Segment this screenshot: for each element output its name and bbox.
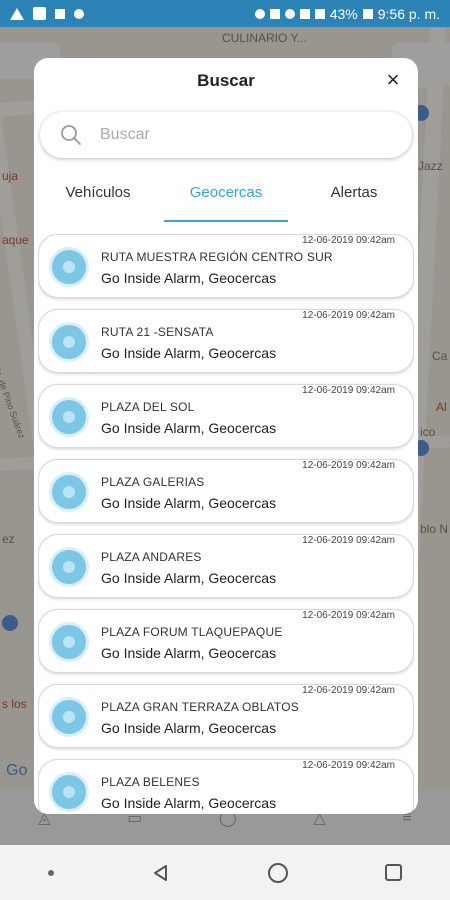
geofence-icon	[52, 775, 86, 809]
geofence-icon	[52, 700, 86, 734]
geofence-icon	[52, 625, 86, 659]
item-name: PLAZA BELENES	[101, 775, 200, 789]
geofence-icon	[52, 400, 86, 434]
home-icon[interactable]	[267, 862, 288, 883]
list-item[interactable]: 12-06-2019 09:42am PLAZA ANDARES Go Insi…	[38, 534, 414, 598]
item-name: PLAZA GRAN TERRAZA OBLATOS	[101, 700, 299, 714]
search-modal: Buscar × Vehículos Geocercas Alertas 12-…	[34, 58, 418, 814]
item-timestamp: 12-06-2019 09:42am	[302, 235, 395, 246]
wifi-icon	[284, 8, 295, 19]
list-item[interactable]: 12-06-2019 09:42am PLAZA DEL SOL Go Insi…	[38, 384, 414, 448]
list-item[interactable]: 12-06-2019 09:42am RUTA MUESTRA REGIÓN C…	[38, 234, 414, 298]
item-name: PLAZA ANDARES	[101, 550, 202, 564]
search-input[interactable]	[100, 126, 360, 144]
item-timestamp: 12-06-2019 09:42am	[302, 760, 395, 771]
recent-apps-icon[interactable]	[384, 864, 402, 881]
battery-icon	[362, 8, 373, 19]
item-subtitle: Go Inside Alarm, Geocercas	[101, 645, 277, 661]
item-timestamp: 12-06-2019 09:42am	[302, 310, 395, 321]
list-item[interactable]: 12-06-2019 09:42am PLAZA FORUM TLAQUEPAQ…	[38, 609, 414, 673]
tab-geocercas[interactable]: Geocercas	[162, 176, 290, 224]
clock: 9:56 p. m.	[377, 5, 440, 22]
item-timestamp: 12-06-2019 09:42am	[302, 535, 395, 546]
item-name: RUTA 21 -SENSATA	[101, 325, 214, 339]
geofence-icon	[52, 475, 86, 509]
signal-icon	[314, 8, 325, 19]
usb-icon	[55, 8, 65, 19]
item-timestamp: 12-06-2019 09:42am	[302, 685, 395, 696]
battery-percent: 43%	[329, 5, 358, 22]
search-icon	[61, 125, 81, 145]
list-item[interactable]: 12-06-2019 09:42am RUTA 21 -SENSATA Go I…	[38, 309, 414, 373]
item-name: RUTA MUESTRA REGIÓN CENTRO SUR	[101, 250, 333, 264]
item-subtitle: Go Inside Alarm, Geocercas	[101, 270, 277, 286]
image-icon	[33, 7, 46, 20]
item-timestamp: 12-06-2019 09:42am	[302, 460, 395, 471]
system-nav-bar	[0, 845, 450, 900]
vibrate-icon	[254, 8, 265, 19]
item-subtitle: Go Inside Alarm, Geocercas	[101, 345, 277, 361]
item-subtitle: Go Inside Alarm, Geocercas	[101, 420, 277, 436]
modal-title: Buscar	[197, 71, 255, 90]
tab-bar: Vehículos Geocercas Alertas	[34, 176, 418, 224]
item-subtitle: Go Inside Alarm, Geocercas	[101, 795, 277, 811]
tab-alertas[interactable]: Alertas	[290, 176, 418, 224]
item-timestamp: 12-06-2019 09:42am	[302, 610, 395, 621]
geofence-icon	[52, 325, 86, 359]
search-bar[interactable]	[40, 112, 412, 158]
geofence-icon	[52, 250, 86, 284]
item-subtitle: Go Inside Alarm, Geocercas	[101, 720, 277, 736]
item-subtitle: Go Inside Alarm, Geocercas	[101, 570, 277, 586]
status-bar: 43% 9:56 p. m.	[0, 0, 450, 27]
item-timestamp: 12-06-2019 09:42am	[302, 385, 395, 396]
item-name: PLAZA DEL SOL	[101, 400, 195, 414]
dot-icon	[48, 869, 55, 876]
warning-icon	[10, 7, 24, 20]
android-icon	[74, 8, 84, 19]
tab-vehiculos[interactable]: Vehículos	[34, 176, 162, 224]
item-subtitle: Go Inside Alarm, Geocercas	[101, 495, 277, 511]
modal-header: Buscar ×	[34, 58, 418, 104]
geofence-icon	[52, 550, 86, 584]
no-sim-icon	[299, 8, 310, 19]
bluetooth-icon	[269, 8, 280, 19]
item-name: PLAZA FORUM TLAQUEPAQUE	[101, 625, 283, 639]
item-name: PLAZA GALERIAS	[101, 475, 205, 489]
list-item[interactable]: 12-06-2019 09:42am PLAZA GRAN TERRAZA OB…	[38, 684, 414, 748]
list-item[interactable]: 12-06-2019 09:42am PLAZA GALERIAS Go Ins…	[38, 459, 414, 523]
list-item[interactable]: 12-06-2019 09:42am PLAZA BELENES Go Insi…	[38, 759, 414, 814]
close-button[interactable]: ×	[382, 67, 404, 92]
results-list[interactable]: 12-06-2019 09:42am RUTA MUESTRA REGIÓN C…	[38, 234, 414, 814]
back-icon[interactable]	[151, 863, 171, 883]
